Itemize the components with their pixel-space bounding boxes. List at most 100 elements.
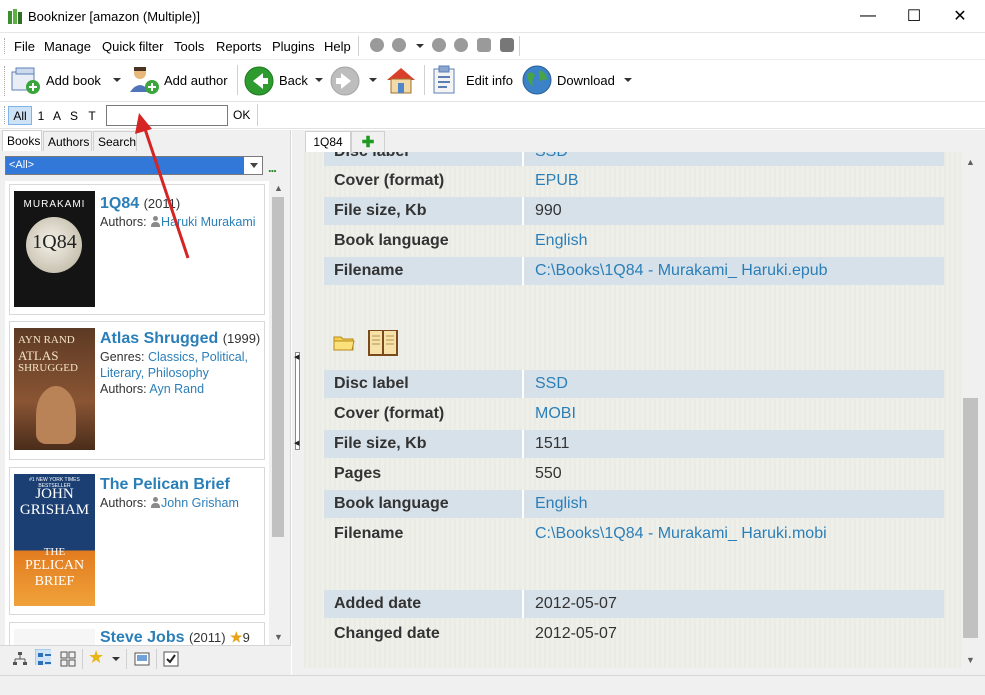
author-link[interactable]: Ayn Rand bbox=[149, 382, 204, 396]
detail-label: File size, Kb bbox=[334, 202, 427, 219]
detail-row: File size, Kb 990 bbox=[324, 197, 944, 225]
favorites-star-icon[interactable]: ★ bbox=[88, 647, 104, 668]
media-record-icon[interactable] bbox=[477, 38, 491, 52]
detail-value[interactable]: C:\Books\1Q84 - Murakami_ Haruki.epub bbox=[535, 262, 828, 280]
cover-text: SHRUGGED bbox=[18, 362, 78, 374]
menu-grip bbox=[4, 38, 6, 54]
media-previous-icon[interactable] bbox=[370, 38, 384, 52]
edit-info-button[interactable]: Edit info bbox=[466, 73, 513, 88]
menu-quick-filter[interactable]: Quick filter bbox=[102, 39, 163, 54]
grid-view-icon[interactable] bbox=[60, 651, 76, 667]
detail-row: Cover (format) MOBI bbox=[324, 400, 944, 428]
annotation-arrow bbox=[135, 113, 190, 259]
back-dropdown-icon[interactable] bbox=[315, 78, 323, 82]
scrollbar-thumb[interactable] bbox=[272, 197, 284, 537]
detail-row: Disc label SSD bbox=[324, 370, 944, 398]
tab-1q84[interactable]: 1Q84 bbox=[305, 131, 351, 152]
detail-value[interactable]: SSD bbox=[535, 152, 568, 161]
menu-file[interactable]: File bbox=[14, 39, 35, 54]
add-tab-icon[interactable]: ✚ bbox=[351, 131, 385, 152]
back-icon[interactable] bbox=[243, 65, 275, 97]
tab-books[interactable]: Books bbox=[2, 130, 42, 151]
list-view-icon[interactable] bbox=[35, 649, 51, 665]
rating: 9 bbox=[242, 630, 250, 645]
menu-help[interactable]: Help bbox=[324, 39, 351, 54]
list-item[interactable]: Steve Jobs (2011) ★9 bbox=[9, 622, 265, 645]
minimize-button[interactable]: — bbox=[845, 0, 891, 32]
toolbar-separator bbox=[237, 65, 238, 95]
detail-value[interactable]: SSD bbox=[535, 375, 568, 393]
footer-separator bbox=[82, 649, 83, 669]
close-button[interactable]: ✕ bbox=[937, 0, 983, 32]
add-author-button[interactable]: Add author bbox=[164, 73, 228, 88]
scroll-down-icon[interactable]: ▼ bbox=[966, 655, 975, 665]
filter-all-button[interactable]: All bbox=[8, 106, 32, 125]
download-globe-icon[interactable] bbox=[521, 64, 553, 96]
forward-icon[interactable] bbox=[329, 65, 361, 97]
back-button[interactable]: Back bbox=[279, 73, 308, 88]
open-book-icon[interactable] bbox=[366, 327, 400, 359]
filter-letter-s[interactable]: S bbox=[68, 106, 80, 125]
detail-value[interactable]: C:\Books\1Q84 - Murakami_ Haruki.mobi bbox=[535, 525, 827, 543]
detail-value[interactable]: English bbox=[535, 232, 587, 250]
book-title[interactable]: Steve Jobs (2011) ★9 bbox=[100, 629, 250, 645]
download-dropdown-icon[interactable] bbox=[624, 78, 632, 82]
edit-info-icon[interactable] bbox=[430, 64, 460, 96]
add-book-dropdown-icon[interactable] bbox=[113, 78, 121, 82]
filter-letter-1[interactable]: 1 bbox=[35, 106, 47, 125]
detail-row: Changed date 2012-05-07 bbox=[324, 620, 944, 648]
maximize-button[interactable]: ☐ bbox=[891, 0, 937, 32]
cover-text: THE bbox=[43, 546, 66, 558]
splitter-grip[interactable] bbox=[295, 352, 300, 450]
detail-row: Book language English bbox=[324, 227, 944, 255]
forward-dropdown-icon[interactable] bbox=[369, 78, 377, 82]
category-more-button[interactable]: ... bbox=[268, 160, 277, 175]
scroll-down-icon[interactable]: ▼ bbox=[274, 632, 283, 642]
add-author-icon[interactable] bbox=[128, 64, 160, 96]
media-stop-icon[interactable] bbox=[432, 38, 446, 52]
menu-tools[interactable]: Tools bbox=[174, 39, 204, 54]
detail-label: Book language bbox=[334, 232, 449, 249]
book-cover-atlas-shrugged: AYN RAND ATLAS SHRUGGED bbox=[14, 328, 95, 450]
detail-label: Disc label bbox=[334, 152, 409, 161]
detail-value[interactable]: MOBI bbox=[535, 405, 576, 423]
author-link[interactable]: John Grisham bbox=[161, 496, 239, 510]
menu-plugins[interactable]: Plugins bbox=[272, 39, 315, 54]
detail-value[interactable]: EPUB bbox=[535, 172, 579, 190]
book-cover-1q84: MURAKAMI 1Q84 bbox=[14, 191, 95, 307]
book-title[interactable]: Atlas Shrugged (1999) bbox=[100, 330, 260, 348]
book-cover-steve-jobs bbox=[14, 629, 95, 645]
add-book-icon[interactable] bbox=[10, 66, 42, 96]
media-play-icon[interactable] bbox=[392, 38, 406, 52]
cover-text: JOHN bbox=[35, 486, 74, 502]
detail-value: 550 bbox=[535, 465, 562, 482]
scroll-up-icon[interactable]: ▲ bbox=[966, 157, 975, 167]
checkbox-icon[interactable] bbox=[163, 651, 179, 667]
speaker-icon[interactable] bbox=[500, 38, 514, 52]
chevron-down-icon[interactable] bbox=[250, 163, 258, 168]
scrollbar-thumb[interactable] bbox=[963, 398, 978, 638]
folder-icon[interactable] bbox=[333, 332, 355, 352]
menu-reports[interactable]: Reports bbox=[216, 39, 262, 54]
scroll-up-icon[interactable]: ▲ bbox=[274, 183, 283, 193]
download-button[interactable]: Download bbox=[557, 73, 615, 88]
collapse-left-icon[interactable]: ◀ bbox=[294, 353, 299, 361]
menu-manage[interactable]: Manage bbox=[44, 39, 91, 54]
tab-authors[interactable]: Authors bbox=[43, 131, 92, 151]
image-view-icon[interactable] bbox=[134, 651, 150, 667]
media-dropdown-icon[interactable] bbox=[416, 44, 424, 48]
filter-ok-button[interactable]: OK bbox=[233, 108, 250, 122]
detail-value[interactable]: English bbox=[535, 495, 587, 513]
filter-letter-t[interactable]: T bbox=[86, 106, 98, 125]
list-item[interactable]: #1 NEW YORK TIMES BESTSELLER JOHN GRISHA… bbox=[9, 467, 265, 615]
home-icon[interactable] bbox=[384, 64, 418, 96]
add-book-button[interactable]: Add book bbox=[46, 73, 101, 88]
tree-view-icon[interactable] bbox=[12, 651, 28, 667]
book-title[interactable]: The Pelican Brief bbox=[100, 476, 230, 494]
filter-letter-a[interactable]: A bbox=[51, 106, 63, 125]
collapse-left-icon[interactable]: ◀ bbox=[294, 439, 299, 447]
media-next-icon[interactable] bbox=[454, 38, 468, 52]
detail-row: Added date 2012-05-07 bbox=[324, 590, 944, 618]
favorites-dropdown-icon[interactable] bbox=[112, 657, 120, 661]
list-item[interactable]: AYN RAND ATLAS SHRUGGED Atlas Shrugged (… bbox=[9, 321, 265, 460]
